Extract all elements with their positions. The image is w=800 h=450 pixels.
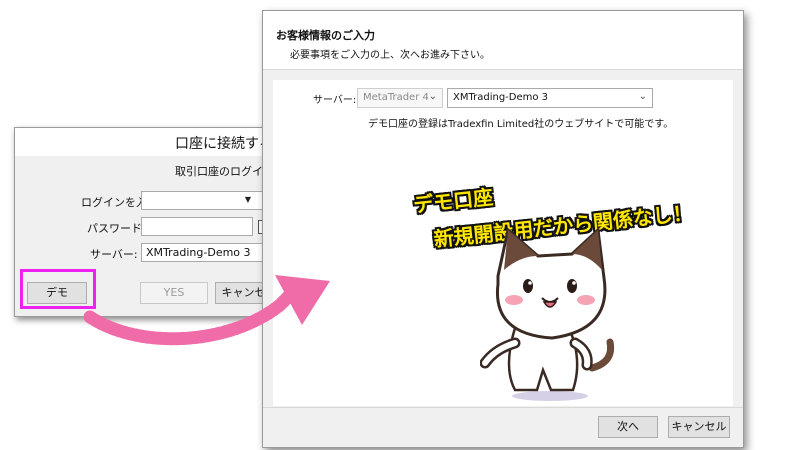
password-label: パスワード:: [87, 222, 146, 235]
login-dialog-title: 口座に接続する: [175, 136, 273, 152]
cat-mascot-icon: [480, 226, 615, 401]
chevron-down-icon: ⌄: [428, 91, 437, 102]
next-button[interactable]: 次へ: [598, 416, 658, 438]
annotation-caption-line1: デモ口座: [412, 184, 495, 218]
platform-value: MetaTrader 4: [363, 92, 429, 103]
login-dialog-titlebar: 口座に接続する: [15, 128, 277, 156]
account-dialog-header: お客様情報のご入力 必要事項をご入力の上、次へお進み下さい。: [263, 11, 743, 70]
platform-select[interactable]: MetaTrader 4 ⌄: [357, 88, 443, 108]
account-dialog-footer: 次へ キャンセル: [263, 407, 743, 448]
account-dialog-title: お客様情報のご入力: [276, 29, 375, 42]
pink-arrow-icon: [83, 275, 330, 346]
registration-note: デモ口座の登録はTradexfin Limited社のウェブサイトで可能です。: [368, 119, 674, 130]
server-select[interactable]: XMTrading-Demo 3 ⌄: [447, 88, 653, 108]
server-label: サーバー:: [313, 95, 357, 106]
login-combobox[interactable]: ▼: [141, 191, 266, 210]
account-dialog-subtitle: 必要事項をご入力の上、次へお進み下さい。: [290, 50, 490, 61]
password-field[interactable]: [141, 217, 253, 236]
dropdown-arrow-icon[interactable]: ▼: [245, 195, 251, 204]
chevron-down-icon: ⌄: [638, 91, 647, 102]
cancel-button[interactable]: キャンセル: [668, 416, 730, 438]
server-select-value: XMTrading-Demo 3: [453, 92, 549, 103]
